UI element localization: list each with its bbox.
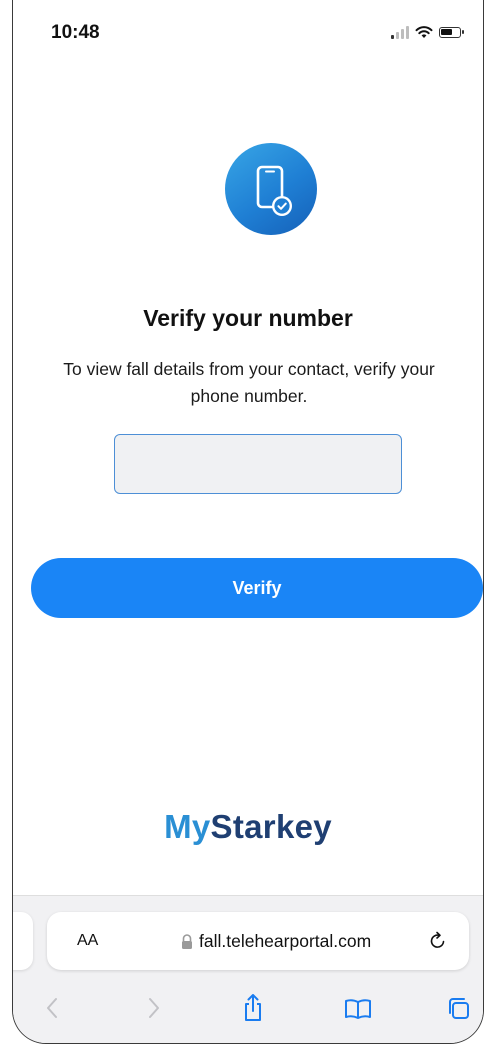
wifi-icon (415, 26, 433, 38)
browser-toolbar (13, 992, 483, 1032)
logo-my: My (164, 808, 211, 845)
page-title: Verify your number (143, 305, 353, 331)
page-description: To view fall details from your contact, … (63, 359, 435, 406)
status-bar: 10:48 (13, 0, 483, 60)
text-size-button[interactable]: AA (77, 932, 98, 950)
mystarkey-logo: MyStarkey (13, 808, 483, 846)
status-icons (391, 22, 464, 42)
signal-icon (391, 25, 409, 39)
forward-icon[interactable] (139, 992, 167, 1024)
phone-check-icon (225, 143, 317, 235)
share-icon[interactable] (239, 992, 267, 1024)
phone-frame: 10:48 Verify your number To view fall de… (12, 0, 484, 1044)
address-bar[interactable]: AA fall.telehearportal.com (47, 912, 469, 970)
back-icon[interactable] (39, 992, 67, 1024)
lock-icon (182, 934, 192, 949)
bookmarks-icon[interactable] (344, 992, 372, 1024)
status-time: 10:48 (51, 22, 100, 43)
logo-brand: Starkey (210, 808, 332, 845)
url-text[interactable]: fall.telehearportal.com (199, 931, 371, 952)
verify-button[interactable]: Verify (31, 558, 483, 618)
browser-bar: AA fall.telehearportal.com (13, 895, 483, 1043)
reload-icon[interactable] (427, 929, 449, 953)
phone-number-input[interactable] (114, 434, 402, 494)
battery-icon (439, 26, 464, 38)
tabs-icon[interactable] (445, 992, 473, 1024)
previous-tab-edge[interactable] (13, 912, 33, 970)
